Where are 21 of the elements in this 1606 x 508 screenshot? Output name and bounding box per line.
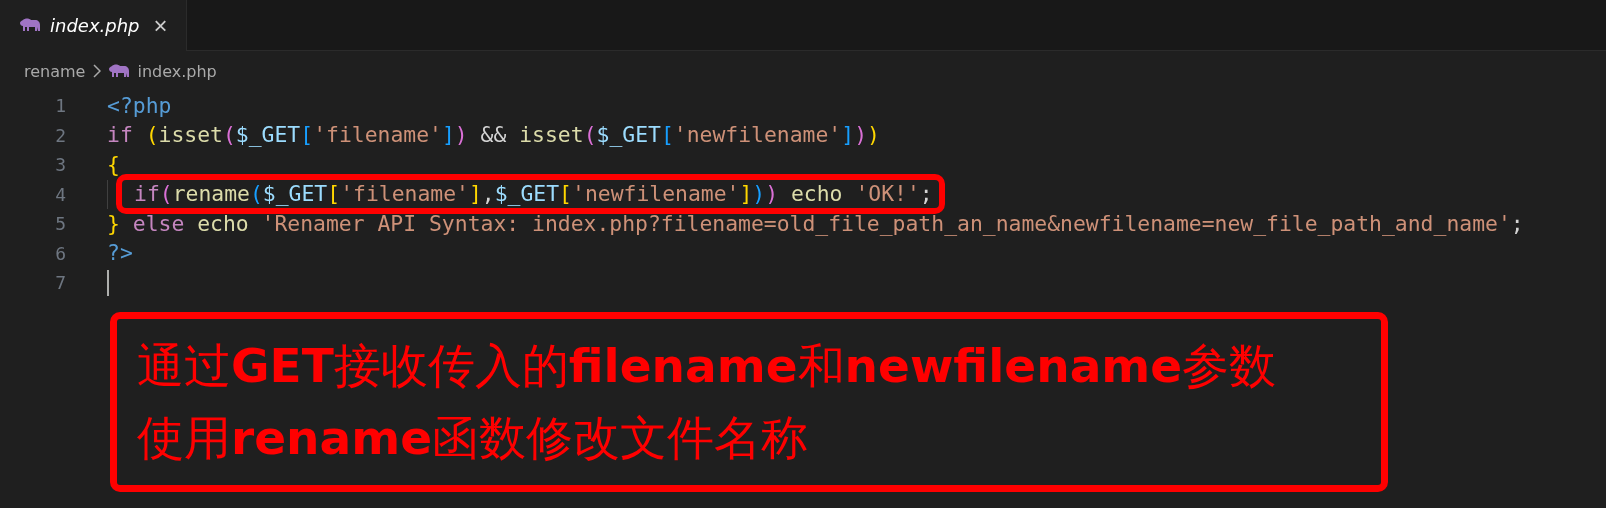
breadcrumb-item[interactable]: rename <box>24 61 86 81</box>
code-line: <?php <box>107 92 172 119</box>
chevron-icon <box>93 64 102 78</box>
line-number: 3 <box>54 154 66 176</box>
annotation-text: 使用rename函数修改文件名称 <box>137 408 810 467</box>
editor-tab[interactable]: index.php × <box>0 0 187 51</box>
elephant-icon <box>109 63 130 79</box>
elephant-icon <box>20 18 40 33</box>
line-number: 7 <box>54 272 66 294</box>
line-number: 2 <box>54 124 66 146</box>
line-number: 6 <box>54 242 66 264</box>
breadcrumb-item[interactable]: index.php <box>137 61 217 81</box>
code-line: ?> <box>107 240 133 267</box>
code-line: if (isset($_GET['filename']) && isset($_GET['newfilename'])) <box>107 122 880 149</box>
annotation-text: 通过GET接收传入的filename和newfilename参数 <box>137 336 1278 395</box>
tab-label: index.php <box>50 15 140 36</box>
text-cursor <box>107 269 109 296</box>
line-number: 1 <box>54 95 66 117</box>
close-button[interactable]: × <box>149 11 172 40</box>
line-number: 5 <box>54 213 66 235</box>
line-number: 4 <box>54 183 66 205</box>
